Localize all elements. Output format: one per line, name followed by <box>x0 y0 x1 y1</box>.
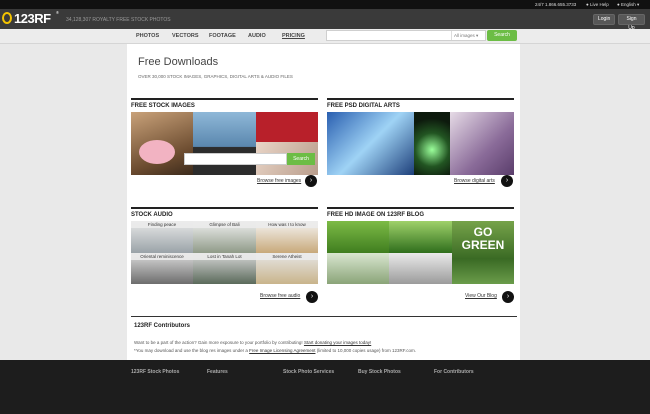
dropdown-icon: ▾ <box>635 2 640 7</box>
phone-number: 24/7 1.866.655.3733 <box>535 2 577 7</box>
audio-tile[interactable]: How was I to know <box>256 221 318 253</box>
audio-tiles: Finding peace Glimpse of Bali How was I … <box>131 221 318 284</box>
search-button[interactable]: Search <box>487 30 517 41</box>
browse-free-images-link[interactable]: Browse free images <box>257 178 301 184</box>
arrow-right-icon[interactable]: › <box>306 291 318 303</box>
section-heading: STOCK AUDIO <box>131 212 173 218</box>
green-glow-art <box>414 112 450 175</box>
dropdown-icon: ▾ <box>476 33 479 38</box>
psd-arts-banner[interactable] <box>327 112 514 175</box>
nav-audio[interactable]: AUDIO <box>248 33 266 39</box>
search-scope-select[interactable]: All images ▾ <box>451 31 486 40</box>
live-help-link[interactable]: ● Live Help <box>586 2 609 7</box>
footer-col-buy[interactable]: Buy Stock Photos <box>358 369 401 375</box>
green-apple-photo <box>327 221 389 253</box>
stock-search-input[interactable] <box>184 153 287 165</box>
signup-button[interactable]: Sign Up <box>618 14 645 31</box>
blue-light-art <box>327 112 414 175</box>
main-content: Free Downloads OVER 30,000 STOCK IMAGES,… <box>127 44 520 360</box>
go-green-photo: GO GREEN <box>452 221 514 284</box>
audio-tile[interactable]: Finding peace <box>131 221 193 253</box>
logo-trademark: ® <box>56 10 59 15</box>
top-utility-bar: 24/7 1.866.655.3733 ● Live Help ● Englis… <box>0 0 650 9</box>
nav-pricing[interactable]: PRICING <box>282 33 305 39</box>
section-heading: FREE STOCK IMAGES <box>131 103 195 109</box>
purple-abstract-art <box>450 112 514 175</box>
footer-col-contributors[interactable]: For Contributors <box>434 369 474 375</box>
section-divider <box>131 207 318 209</box>
section-hd-blog-image: FREE HD IMAGE ON 123RF BLOG GO GREEN Vie… <box>327 207 514 303</box>
language-selector[interactable]: ● English ▾ <box>617 2 639 8</box>
footer-col-123rf[interactable]: 123RF Stock Photos <box>131 369 179 375</box>
audio-tile[interactable]: Glimpse of Bali <box>193 221 256 253</box>
login-button[interactable]: Login <box>593 14 615 25</box>
browse-free-audio-link[interactable]: Browse free audio <box>260 293 300 299</box>
section-heading: FREE PSD DIGITAL ARTS <box>327 103 400 109</box>
site-footer: 123RF Stock Photos Features Stock Photo … <box>0 360 650 414</box>
arrow-right-icon[interactable]: › <box>305 175 317 187</box>
nav-footage[interactable]: FOOTAGE <box>209 33 236 39</box>
blog-image-banner[interactable]: GO GREEN <box>327 221 514 284</box>
stock-search-button[interactable]: Search <box>287 153 315 165</box>
browse-digital-arts-link[interactable]: Browse digital arts <box>454 178 495 184</box>
sprout-photo <box>327 253 389 284</box>
main-nav: PHOTOS VECTORS FOOTAGE AUDIO PRICING All… <box>0 29 650 44</box>
footer-col-services[interactable]: Stock Photo Services <box>283 369 334 375</box>
section-stock-audio: STOCK AUDIO Finding peace Glimpse of Bal… <box>131 207 318 303</box>
green-text: GREEN <box>461 238 505 252</box>
section-free-psd-arts: FREE PSD DIGITAL ARTS Browse digital art… <box>327 98 514 187</box>
section-divider <box>131 98 318 100</box>
i-love-you-photo <box>256 112 318 142</box>
apples-row-photo <box>389 221 452 253</box>
audio-tile[interactable]: Oriental reminiscence <box>131 253 193 284</box>
audio-tile[interactable]: Lost in Tanah Lot <box>193 253 256 284</box>
section-divider <box>327 98 514 100</box>
contributors-text: Want to be a part of the action? Gain mo… <box>134 340 372 345</box>
footer-col-features[interactable]: Features <box>207 369 228 375</box>
nav-photos[interactable]: PHOTOS <box>136 33 159 39</box>
page-title: Free Downloads <box>138 56 219 68</box>
contributors-heading: 123RF Contributors <box>134 323 191 329</box>
site-header: 123RF ® 34,128,307 ROYALTY FREE STOCK PH… <box>0 9 650 31</box>
section-divider <box>327 207 514 209</box>
section-heading: FREE HD IMAGE ON 123RF BLOG <box>327 212 425 218</box>
logo[interactable]: 123RF <box>14 11 51 26</box>
start-donating-link[interactable]: Start donating your images today! <box>304 340 371 345</box>
faucet-photo <box>389 253 452 284</box>
section-free-stock-images: FREE STOCK IMAGES Search Browse free ima… <box>131 98 318 187</box>
stock-images-banner[interactable]: Search <box>131 112 318 175</box>
arrow-right-icon[interactable]: › <box>502 291 514 303</box>
logo-icon[interactable] <box>2 12 12 24</box>
view-our-blog-link[interactable]: View Our Blog <box>465 293 497 299</box>
piggy-bank-photo <box>139 140 175 164</box>
contributors-divider <box>131 316 517 317</box>
license-text: *You may download and use the blog res i… <box>134 348 417 353</box>
page-subtitle: OVER 30,000 STOCK IMAGES, GRAPHICS, DIGI… <box>138 74 293 79</box>
arrow-right-icon[interactable]: › <box>501 175 513 187</box>
businessman-photo <box>193 112 256 175</box>
go-text: GO <box>473 225 493 239</box>
license-agreement-link[interactable]: Free Image Licensing Agreement <box>249 348 315 353</box>
audio-tile[interactable]: Serene Atheist <box>256 253 318 284</box>
nav-vectors[interactable]: VECTORS <box>172 33 199 39</box>
header-tagline: 34,128,307 ROYALTY FREE STOCK PHOTOS <box>66 17 171 23</box>
